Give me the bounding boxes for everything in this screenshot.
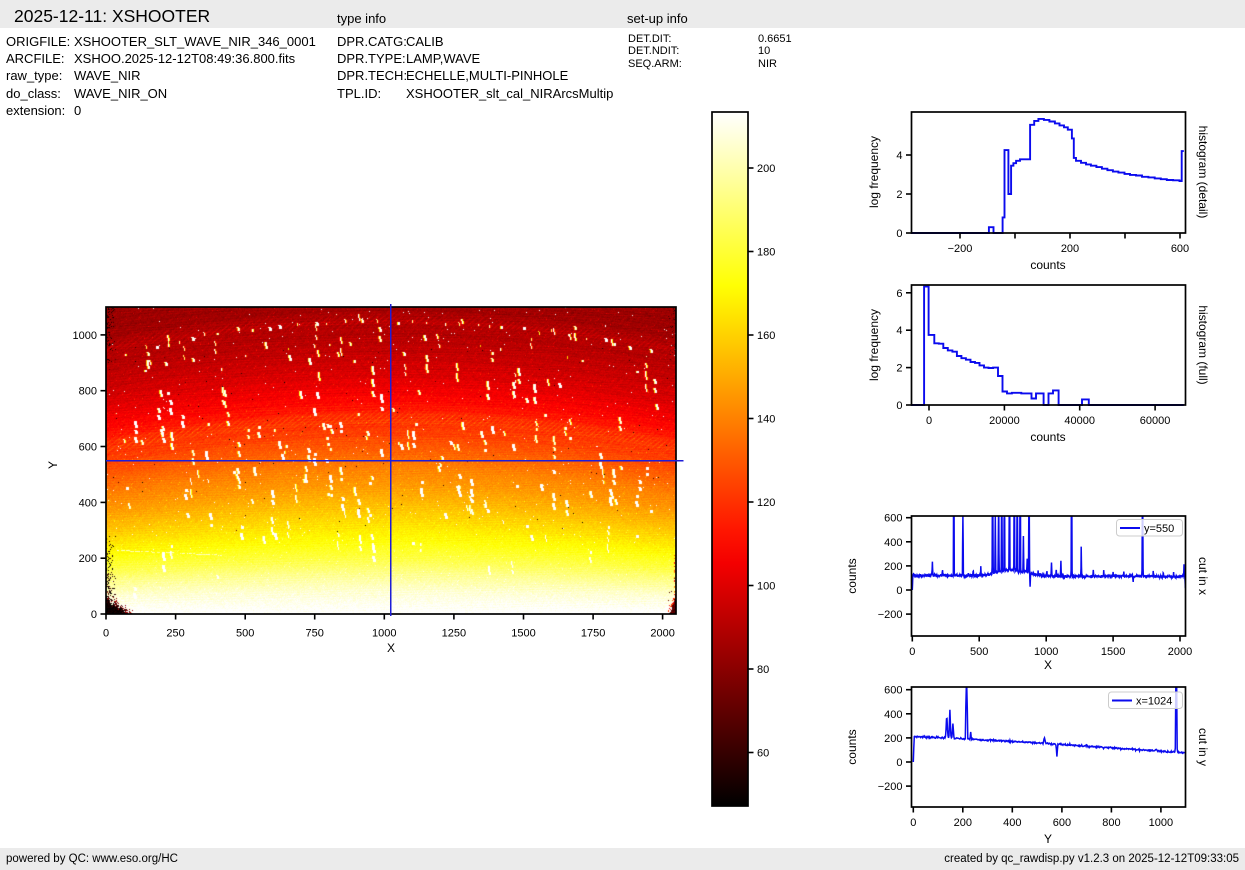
svg-text:200: 200 [1061,243,1079,255]
svg-text:1000: 1000 [73,330,97,342]
svg-text:600: 600 [884,513,902,525]
svg-text:0: 0 [896,228,902,240]
svg-text:40000: 40000 [1064,415,1095,427]
svg-text:0: 0 [896,400,902,412]
svg-text:180: 180 [757,247,775,259]
svg-text:counts: counts [1030,430,1065,444]
svg-text:600: 600 [884,685,902,697]
svg-text:400: 400 [79,497,97,509]
svg-text:100: 100 [757,581,775,593]
svg-text:400: 400 [884,537,902,549]
svg-text:2000: 2000 [1168,646,1192,658]
svg-text:750: 750 [306,628,324,640]
svg-text:y=550: y=550 [1144,523,1174,535]
svg-text:6: 6 [896,288,902,300]
svg-text:200: 200 [884,561,902,573]
svg-text:4: 4 [896,325,902,337]
svg-text:0: 0 [909,646,915,658]
svg-text:−200: −200 [878,781,903,793]
svg-text:60000: 60000 [1140,415,1171,427]
svg-text:1000: 1000 [1149,817,1173,829]
svg-text:1500: 1500 [1101,646,1125,658]
svg-text:X: X [387,641,395,655]
svg-text:200: 200 [79,553,97,565]
svg-text:x=1024: x=1024 [1136,696,1172,708]
svg-text:Y: Y [46,461,60,469]
svg-text:−200: −200 [878,609,903,621]
svg-text:800: 800 [79,386,97,398]
svg-text:600: 600 [1171,243,1189,255]
svg-text:log frequency: log frequency [867,309,881,381]
svg-text:600: 600 [79,442,97,454]
svg-text:500: 500 [236,628,254,640]
svg-text:cut in x: cut in x [1196,557,1210,595]
svg-text:counts: counts [845,729,859,764]
svg-text:−200: −200 [948,243,973,255]
svg-text:250: 250 [166,628,184,640]
svg-text:60: 60 [757,748,769,760]
svg-text:2000: 2000 [650,628,674,640]
svg-text:1000: 1000 [372,628,396,640]
svg-text:1500: 1500 [511,628,535,640]
svg-text:histogram (detail): histogram (detail) [1196,126,1210,219]
svg-text:1000: 1000 [1034,646,1058,658]
svg-text:140: 140 [757,414,775,426]
svg-text:600: 600 [1053,817,1071,829]
svg-text:1750: 1750 [581,628,605,640]
svg-text:4: 4 [896,150,902,162]
svg-text:Y: Y [1044,832,1052,846]
svg-text:200: 200 [954,817,972,829]
svg-text:2: 2 [896,363,902,375]
svg-text:200: 200 [884,733,902,745]
svg-text:1250: 1250 [442,628,466,640]
svg-text:0: 0 [896,757,902,769]
svg-text:cut in y: cut in y [1196,728,1210,766]
svg-text:counts: counts [845,558,859,593]
svg-text:500: 500 [970,646,988,658]
svg-text:2: 2 [896,189,902,201]
svg-text:counts: counts [1030,258,1065,272]
svg-text:X: X [1044,658,1052,672]
svg-text:200: 200 [757,163,775,175]
svg-text:80: 80 [757,664,769,676]
svg-text:800: 800 [1102,817,1120,829]
svg-text:0: 0 [103,628,109,640]
svg-text:log frequency: log frequency [867,136,881,208]
svg-text:0: 0 [91,609,97,621]
svg-text:160: 160 [757,330,775,342]
svg-text:400: 400 [1003,817,1021,829]
svg-text:0: 0 [926,415,932,427]
svg-text:120: 120 [757,497,775,509]
svg-text:histogram (full): histogram (full) [1196,305,1210,384]
svg-text:400: 400 [884,709,902,721]
svg-text:20000: 20000 [989,415,1020,427]
svg-text:0: 0 [896,585,902,597]
svg-text:0: 0 [910,817,916,829]
